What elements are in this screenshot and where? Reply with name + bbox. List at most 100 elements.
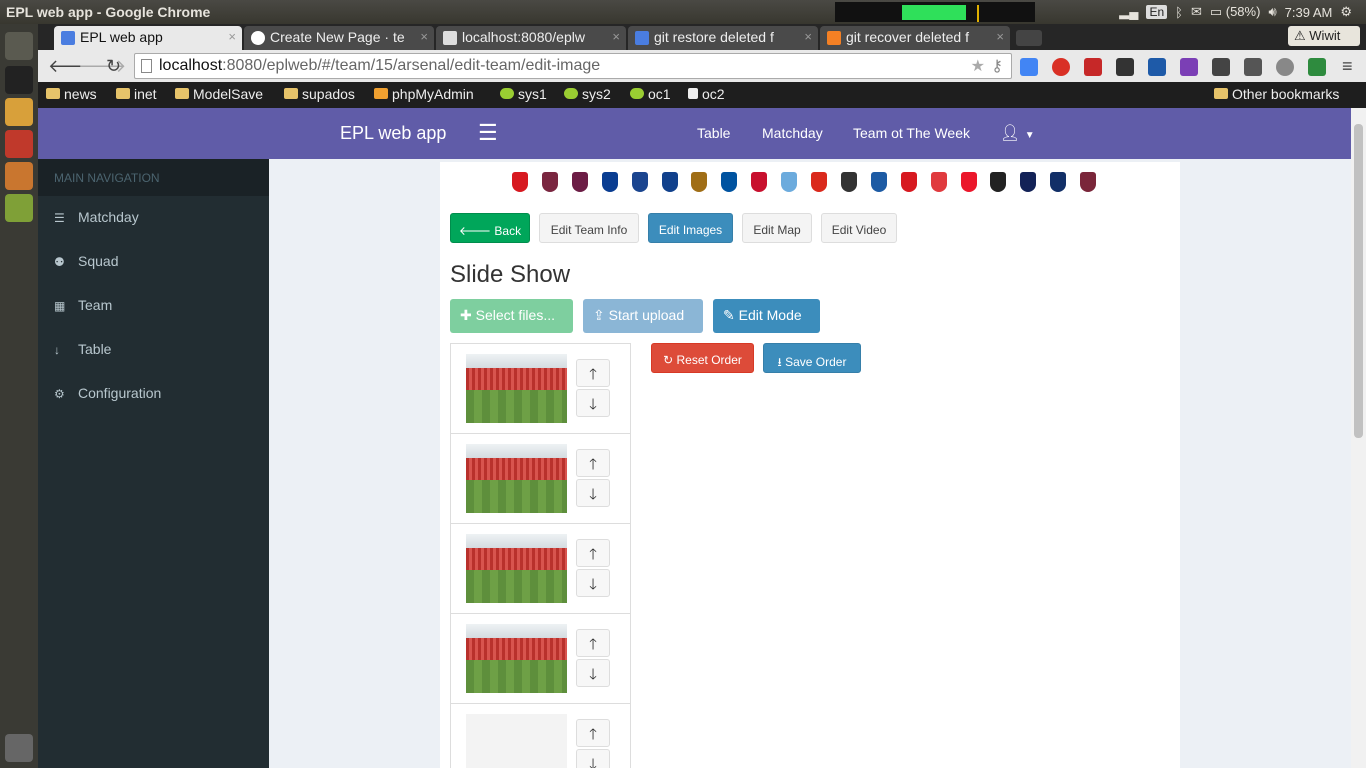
team-crest-icon[interactable] (541, 172, 558, 192)
bookmark-modelsave[interactable]: ModelSave (175, 86, 263, 102)
back-button[interactable]: 🡐 Back (450, 213, 530, 243)
close-icon[interactable]: × (804, 29, 812, 44)
bookmark-oc1[interactable]: oc1 (630, 86, 671, 102)
app-launcher-icon[interactable] (5, 194, 33, 222)
tab-localhost[interactable]: localhost:8080/eplw × (436, 26, 626, 50)
move-up-button[interactable]: 🡑 (576, 359, 610, 387)
profile-button[interactable]: ⚠ Wiwit (1288, 26, 1360, 46)
files-launcher-icon[interactable] (5, 130, 33, 158)
hamburger-menu-icon[interactable]: ☰ (478, 120, 498, 146)
team-crest-icon[interactable] (601, 172, 618, 192)
sidebar-item-squad[interactable]: ⚉ Squad (38, 240, 269, 284)
move-down-button[interactable]: 🡓 (576, 659, 610, 687)
sublime-launcher-icon[interactable] (5, 162, 33, 190)
team-crest-icon[interactable] (870, 172, 887, 192)
move-up-button[interactable]: 🡑 (576, 449, 610, 477)
user-menu[interactable]: 👤︎ ▼ (1000, 123, 1035, 143)
sidebar-item-configuration[interactable]: ⚙ Configuration (38, 372, 269, 416)
battery-indicator[interactable]: ▭ (58%) (1210, 4, 1261, 20)
mail-icon[interactable]: ✉ (1191, 4, 1202, 20)
team-crest-icon[interactable] (512, 172, 528, 192)
menu-icon[interactable]: ≡ (1342, 56, 1353, 77)
close-icon[interactable]: × (612, 29, 620, 44)
clock[interactable]: 7:39 AM (1285, 5, 1333, 20)
select-files-button[interactable]: ✚ Select files... (450, 299, 573, 333)
close-icon[interactable]: × (420, 29, 428, 44)
bookmark-inet[interactable]: inet (116, 86, 157, 102)
trash-icon[interactable] (5, 734, 33, 762)
screen-ext-icon[interactable] (1148, 58, 1166, 76)
shield-ext-icon[interactable] (1244, 58, 1262, 76)
incognito-ext-icon[interactable] (1212, 58, 1230, 76)
scrollbar-thumb[interactable] (1354, 124, 1363, 438)
tab-git-recover[interactable]: git recover deleted f × (820, 26, 1010, 50)
translate-ext-icon[interactable] (1020, 58, 1038, 76)
team-crest-icon[interactable] (661, 172, 678, 192)
terminal-icon[interactable] (5, 66, 33, 94)
page-scrollbar[interactable] (1351, 108, 1366, 768)
app-brand[interactable]: EPL web app (340, 123, 446, 144)
team-crest-icon[interactable] (1050, 172, 1067, 192)
team-crest-icon[interactable] (811, 172, 827, 192)
address-bar[interactable]: localhost:8080/eplweb/#/team/15/arsenal/… (134, 53, 1012, 79)
nav-link-team-of-week[interactable]: Team ot The Week (853, 125, 970, 141)
settings-gear-icon[interactable]: ⚙ (1340, 4, 1352, 20)
cors-ext-icon[interactable] (1308, 58, 1326, 76)
wordpress-ext-icon[interactable] (1276, 58, 1294, 76)
bookmark-phpmyadmin[interactable]: phpMyAdmin (374, 86, 474, 102)
chrome-launcher-icon[interactable] (5, 98, 33, 126)
team-crest-icon[interactable] (751, 172, 768, 192)
adblock-ext-icon[interactable] (1084, 58, 1102, 76)
close-icon[interactable]: × (996, 29, 1004, 44)
start-upload-button[interactable]: ⇪ Start upload (583, 299, 703, 333)
edit-map-button[interactable]: Edit Map (742, 213, 812, 243)
keyboard-lang[interactable]: En (1146, 5, 1168, 19)
team-crest-icon[interactable] (900, 172, 917, 192)
nav-link-table[interactable]: Table (697, 125, 730, 141)
team-crest-icon[interactable] (571, 172, 588, 192)
other-bookmarks[interactable]: Other bookmarks (1214, 86, 1339, 102)
move-down-button[interactable]: 🡓 (576, 479, 610, 507)
bookmark-sys2[interactable]: sys2 (564, 86, 611, 102)
reset-order-button[interactable]: ↻ Reset Order (651, 343, 754, 373)
dash-icon[interactable] (5, 32, 33, 60)
bookmark-supados[interactable]: supados (284, 86, 355, 102)
volume-icon[interactable]: 🔊︎ (1268, 4, 1276, 20)
signal-icon[interactable]: ▂▄ (1119, 4, 1138, 20)
team-crest-icon[interactable] (691, 172, 708, 192)
close-icon[interactable]: × (228, 29, 236, 44)
sidebar-item-team[interactable]: ▦ Team (38, 284, 269, 328)
edit-mode-button[interactable]: ✎ Edit Mode (713, 299, 820, 333)
bookmark-oc2[interactable]: oc2 (688, 86, 725, 102)
stop-ext-icon[interactable] (1052, 58, 1070, 76)
edit-video-button[interactable]: Edit Video (821, 213, 897, 243)
team-crest-icon[interactable] (930, 172, 947, 192)
sidebar-item-matchday[interactable]: ☰ Matchday (38, 196, 269, 240)
star-icon[interactable]: ★ (971, 56, 985, 76)
team-crest-icon[interactable] (1080, 172, 1097, 192)
team-crest-icon[interactable] (840, 172, 857, 192)
tab-create-new-page[interactable]: Create New Page · te × (244, 26, 434, 50)
tab-epl-web-app[interactable]: EPL web app × (54, 26, 242, 50)
color-ext-icon[interactable] (1180, 58, 1198, 76)
move-up-button[interactable]: 🡑 (576, 539, 610, 567)
nav-link-matchday[interactable]: Matchday (762, 125, 823, 141)
key-icon[interactable]: ⚷ (991, 56, 1003, 76)
edit-team-info-button[interactable]: Edit Team Info (539, 213, 639, 243)
new-tab-button[interactable] (1016, 30, 1042, 46)
bluetooth-icon[interactable]: ᛒ (1175, 5, 1183, 20)
team-crest-icon[interactable] (1020, 172, 1037, 192)
edit-images-button[interactable]: Edit Images (648, 213, 733, 243)
team-crest-icon[interactable] (781, 172, 798, 192)
team-crest-icon[interactable] (631, 172, 648, 192)
bookmark-sys1[interactable]: sys1 (500, 86, 547, 102)
bookmark-news[interactable]: news (46, 86, 97, 102)
reload-icon[interactable]: ↻ (106, 56, 121, 77)
save-order-button[interactable]: ⭳ Save Order (763, 343, 861, 373)
team-crest-icon[interactable] (721, 172, 738, 192)
tab-git-restore[interactable]: git restore deleted f × (628, 26, 818, 50)
move-down-button[interactable]: 🡓 (576, 749, 610, 768)
move-down-button[interactable]: 🡓 (576, 569, 610, 597)
move-up-button[interactable]: 🡑 (576, 719, 610, 747)
sidebar-item-table[interactable]: ↓ Table (38, 328, 269, 372)
